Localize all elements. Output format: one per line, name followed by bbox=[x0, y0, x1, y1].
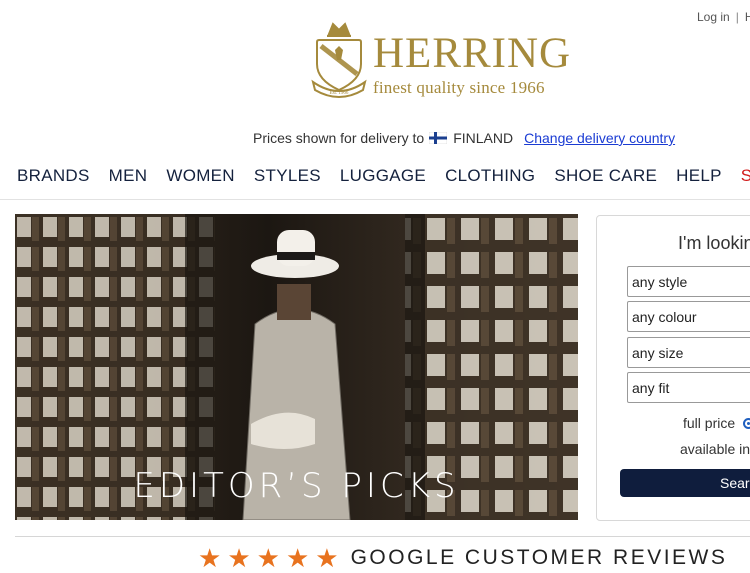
full-price-radio[interactable] bbox=[743, 417, 750, 429]
main-navigation: BRANDS MEN WOMEN STYLES LUGGAGE CLOTHING… bbox=[17, 166, 750, 186]
section-divider bbox=[15, 536, 750, 537]
star-icon: ★ bbox=[198, 543, 222, 573]
product-finder-panel: I'm lookin any style any colour any size… bbox=[596, 215, 750, 521]
brand-tagline: finest quality since 1966 bbox=[373, 78, 545, 97]
crest-icon: Est. 1966 bbox=[311, 22, 367, 98]
finder-title: I'm lookin bbox=[678, 233, 750, 253]
style-select[interactable]: any style bbox=[627, 266, 750, 297]
help-link[interactable]: H bbox=[745, 10, 750, 24]
finland-flag-icon bbox=[429, 132, 448, 144]
size-select[interactable]: any size bbox=[627, 337, 750, 368]
nav-help[interactable]: HELP bbox=[676, 166, 722, 186]
nav-shoe-care[interactable]: SHOE CARE bbox=[554, 166, 657, 186]
nav-luggage[interactable]: LUGGAGE bbox=[340, 166, 426, 186]
price-option[interactable]: full price bbox=[683, 415, 750, 431]
availability-label: available in bbox=[680, 441, 750, 457]
full-price-label: full price bbox=[683, 415, 736, 431]
nav-men[interactable]: MEN bbox=[109, 166, 148, 186]
nav-brands[interactable]: BRANDS bbox=[17, 166, 90, 186]
change-delivery-country-link[interactable]: Change delivery country bbox=[524, 130, 675, 146]
delivery-country: FINLAND bbox=[453, 130, 514, 146]
nav-divider bbox=[0, 199, 750, 200]
search-button[interactable]: Searc bbox=[620, 469, 750, 497]
fit-select[interactable]: any fit bbox=[627, 372, 750, 403]
nav-styles[interactable]: STYLES bbox=[254, 166, 321, 186]
nav-clothing[interactable]: CLOTHING bbox=[445, 166, 535, 186]
editors-picks-banner[interactable]: EDITOR’S PICKS bbox=[15, 214, 578, 520]
colour-select[interactable]: any colour bbox=[627, 301, 750, 332]
delivery-prefix: Prices shown for delivery to bbox=[253, 130, 425, 146]
svg-text:Est. 1966: Est. 1966 bbox=[330, 91, 349, 96]
nav-sale[interactable]: SALE bbox=[741, 166, 750, 186]
account-links: Log in | H bbox=[697, 10, 750, 24]
google-reviews-banner[interactable]: ★ ★ ★ ★ ★ GOOGLE CUSTOMER REVIEWS bbox=[198, 545, 727, 571]
reviews-label: GOOGLE CUSTOMER REVIEWS bbox=[350, 546, 728, 569]
star-icon: ★ bbox=[315, 543, 339, 573]
hero-caption: EDITOR’S PICKS bbox=[133, 466, 460, 506]
star-icon: ★ bbox=[285, 543, 310, 573]
login-link[interactable]: Log in bbox=[697, 10, 730, 24]
brand-logo[interactable]: Est. 1966 HERRING finest quality since 1… bbox=[311, 20, 571, 100]
star-icon: ★ bbox=[227, 543, 251, 573]
brand-name: HERRING bbox=[373, 30, 572, 77]
nav-women[interactable]: WOMEN bbox=[166, 166, 235, 186]
delivery-country-bar: Prices shown for delivery to FINLAND Cha… bbox=[253, 130, 675, 146]
star-icon: ★ bbox=[256, 543, 280, 573]
link-separator: | bbox=[735, 10, 739, 24]
